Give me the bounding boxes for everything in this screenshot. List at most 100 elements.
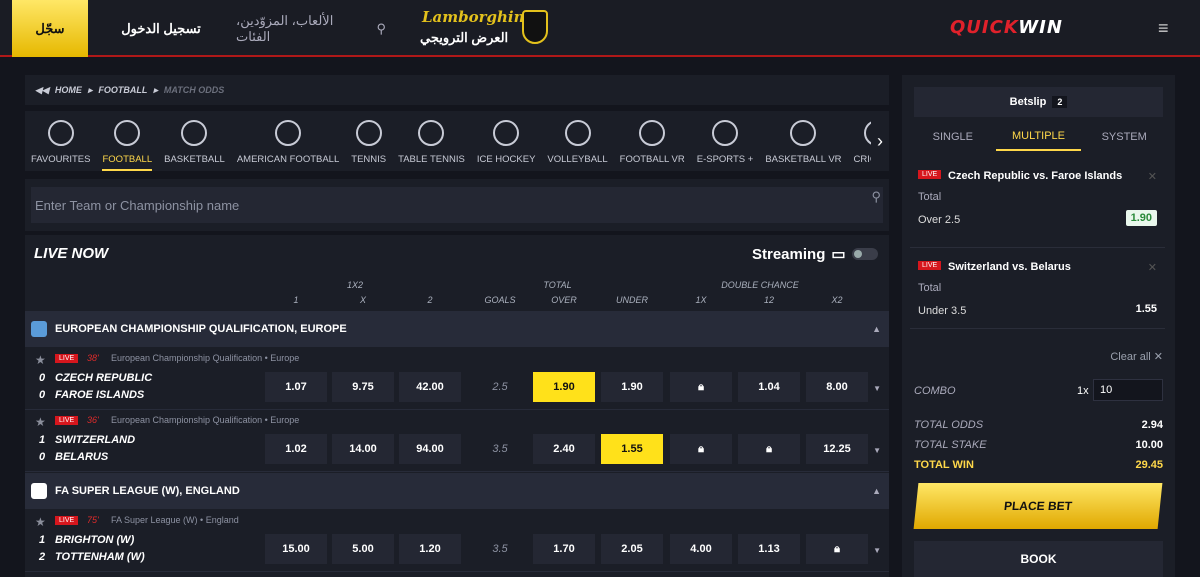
odd-button[interactable]: 5.00 <box>332 534 394 564</box>
betslip-header[interactable]: Betslip 2 <box>914 87 1163 117</box>
tv-icon: ▭ <box>831 246 846 263</box>
crumb-football[interactable]: FOOTBALL <box>98 85 147 95</box>
live-badge: LIVE <box>918 170 942 179</box>
login-button[interactable]: تسجيل الدخول <box>102 0 220 57</box>
place-bet-button[interactable]: PLACE BET <box>913 483 1163 529</box>
sport-icon <box>114 120 141 146</box>
live-title: LIVE NOW <box>34 245 109 262</box>
close-icon[interactable]: ✕ <box>1148 170 1157 183</box>
sport-tab[interactable]: TABLE TENNIS <box>392 111 471 171</box>
odd-button[interactable]: 1.07 <box>265 372 327 402</box>
odd-button[interactable]: 1.70 <box>533 534 595 564</box>
odd-button[interactable]: 2.05 <box>601 534 663 564</box>
header-search[interactable]: الألعاب، المزوّدين، الفئات ⚲ <box>236 0 386 57</box>
stake-input[interactable]: 10 <box>1093 379 1163 401</box>
total-win-value: 29.45 <box>1135 459 1163 471</box>
sport-tab[interactable]: AMERICAN FOOTBALL <box>231 111 345 171</box>
chevron-right-icon[interactable]: › <box>871 111 889 171</box>
chevron-down-icon[interactable]: ▼ <box>873 384 881 393</box>
odd-button[interactable]: 9.75 <box>332 372 394 402</box>
search-icon: ⚲ <box>376 20 386 36</box>
selection-market: Total <box>918 191 942 203</box>
streaming-toggle[interactable]: Streaming ▭ <box>752 245 878 263</box>
total-odds-value: 2.94 <box>1141 419 1163 431</box>
search-icon[interactable]: ⚲ <box>871 189 881 205</box>
promo-brand: Lamborghini <box>422 8 531 26</box>
sport-label: E-SPORTS + <box>696 154 754 165</box>
live-badge: LIVE <box>55 516 79 525</box>
chevron-down-icon[interactable]: ▼ <box>873 446 881 455</box>
league-header[interactable]: EUROPEAN CHAMPIONSHIP QUALIFICATION, EUR… <box>25 311 889 347</box>
odd-button[interactable]: 1.55 <box>601 434 663 464</box>
odd-button[interactable]: 1.20 <box>399 534 461 564</box>
sport-tab[interactable]: TENNIS <box>345 111 392 171</box>
logo[interactable]: QUICKWIN <box>950 17 1063 38</box>
odd-button[interactable]: 1.04 <box>738 372 800 402</box>
selection-match: Switzerland vs. Belarus <box>948 261 1071 273</box>
star-icon[interactable]: ★ <box>35 353 46 367</box>
sport-label: TABLE TENNIS <box>398 154 465 165</box>
odd-button[interactable]: 4.00 <box>670 534 732 564</box>
toggle-switch[interactable] <box>851 248 878 260</box>
top-header: سجّل تسجيل الدخول الألعاب، المزوّدين، ال… <box>0 0 1200 57</box>
sport-label: FOOTBALL VR <box>619 154 685 165</box>
chevron-down-icon[interactable]: ▼ <box>873 546 881 555</box>
odd-button[interactable]: 94.00 <box>399 434 461 464</box>
odd-button[interactable]: 15.00 <box>265 534 327 564</box>
star-icon[interactable]: ★ <box>35 415 46 429</box>
home-team: 1 SWITZERLAND <box>39 434 135 446</box>
odd-button[interactable]: 14.00 <box>332 434 394 464</box>
odd-button[interactable]: 1.90 <box>533 372 595 402</box>
league-name: FA SUPER LEAGUE (W), ENGLAND <box>55 485 240 497</box>
book-button[interactable]: BOOK <box>914 541 1163 577</box>
selection-pick: Under 3.5 <box>918 305 967 317</box>
sport-icon <box>712 120 739 146</box>
sport-tab[interactable]: FOOTBALL VR <box>614 111 691 171</box>
close-icon[interactable]: ✕ <box>1148 261 1157 274</box>
tab-multiple[interactable]: MULTIPLE <box>995 123 1082 151</box>
sport-label: TENNIS <box>351 154 387 165</box>
home-team: 0 CZECH REPUBLIC <box>39 372 152 384</box>
sport-icon <box>275 120 302 146</box>
sport-tab[interactable]: ICE HOCKEY <box>471 111 542 171</box>
crumb-home[interactable]: HOME <box>55 85 82 95</box>
sport-tab[interactable]: FAVOURITES <box>25 111 96 171</box>
crumb-current: MATCH ODDS <box>163 85 225 95</box>
sport-tab[interactable]: BASKETBALL <box>158 111 231 171</box>
sport-tab[interactable]: E-SPORTS + <box>691 111 760 171</box>
event-row[interactable]: ★ LIVE 36' European Championship Qualificat… <box>25 410 889 472</box>
sport-tab[interactable]: BASKETBALL VR <box>759 111 847 171</box>
event-row[interactable]: ★ LIVE 38' European Championship Qualificat… <box>25 348 889 410</box>
odd-button[interactable]: 8.00 <box>806 372 868 402</box>
team-search-input[interactable]: Enter Team or Championship name <box>31 187 883 223</box>
clear-all-button[interactable]: Clear all ✕ <box>1110 350 1163 363</box>
sport-tab[interactable]: FOOTBALL <box>96 111 158 171</box>
chevron-up-icon[interactable]: ▲ <box>872 486 881 496</box>
register-button[interactable]: سجّل <box>12 0 88 57</box>
event-row[interactable]: ★ LIVE 75' FA Super League (W) • England 1 BR… <box>25 510 889 572</box>
tab-system[interactable]: SYSTEM <box>1081 123 1167 151</box>
odd-button[interactable]: 1.02 <box>265 434 327 464</box>
league-header[interactable]: FA SUPER LEAGUE (W), ENGLAND ▲ <box>25 473 889 509</box>
odd-button[interactable]: 42.00 <box>399 372 461 402</box>
home-team-name: BRIGHTON (W) <box>55 534 135 546</box>
logo-quick: QUICK <box>950 17 1019 38</box>
lock-icon: 🔒︎ <box>670 434 732 464</box>
odd-button[interactable]: 12.25 <box>806 434 868 464</box>
home-team-name: CZECH REPUBLIC <box>55 372 153 384</box>
main-content: ◀◀ HOME ▸ FOOTBALL ▸ MATCH ODDS FAVOURITES… <box>25 75 889 577</box>
chevron-up-icon[interactable]: ▲ <box>872 324 881 334</box>
clear-all-label: Clear all <box>1110 351 1151 363</box>
odd-button[interactable]: 1.13 <box>738 534 800 564</box>
star-icon[interactable]: ★ <box>35 515 46 529</box>
odd-button[interactable]: 1.90 <box>601 372 663 402</box>
odd-button[interactable]: 2.40 <box>533 434 595 464</box>
menu-icon[interactable]: ≡ <box>1158 18 1180 38</box>
tab-single[interactable]: SINGLE <box>910 123 996 151</box>
promo-banner[interactable]: Lamborghini العرض الترويجي <box>412 6 552 50</box>
sports-bar: FAVOURITES FOOTBALL BASKETBALL AMERICAN FOO… <box>25 111 889 171</box>
back-icon[interactable]: ◀◀ <box>35 85 49 96</box>
selection-market: Total <box>918 282 942 294</box>
sport-tab[interactable]: VOLLEYBALL <box>541 111 613 171</box>
team-search: Enter Team or Championship name ⚲ <box>25 179 889 231</box>
